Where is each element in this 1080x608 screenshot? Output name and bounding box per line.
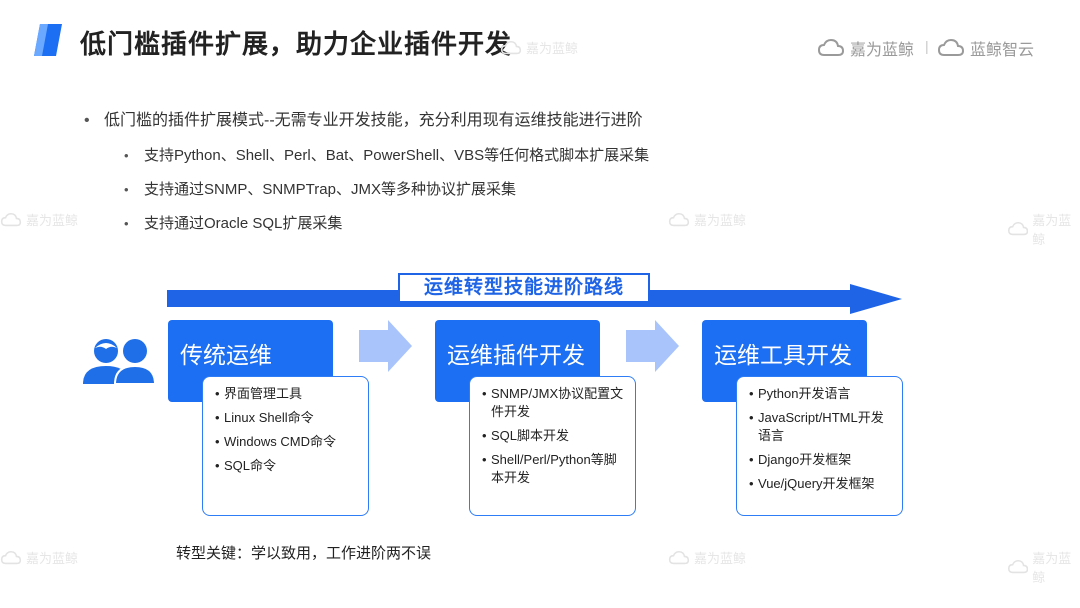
people-icon — [83, 339, 157, 385]
step-arrow-icon — [359, 320, 412, 372]
stage-item: SQL脚本开发 — [482, 427, 629, 445]
stage-item: Django开发框架 — [749, 451, 896, 469]
stage-item: Python开发语言 — [749, 385, 896, 403]
route-diagram-graphics — [167, 284, 902, 372]
stage-title: 传统运维 — [180, 342, 272, 368]
stage-item: Vue/jQuery开发框架 — [749, 475, 896, 493]
stage-item: Windows CMD命令 — [215, 433, 362, 451]
step-arrow-icon — [626, 320, 679, 372]
stage-title: 运维插件开发 — [447, 342, 585, 368]
stage-traditional-ops-box: 界面管理工具 Linux Shell命令 Windows CMD命令 SQL命令 — [202, 376, 369, 516]
stage-item: SQL命令 — [215, 457, 362, 475]
stage-tool-dev-box: Python开发语言 JavaScript/HTML开发语言 Django开发框… — [736, 376, 903, 516]
stage-item: Linux Shell命令 — [215, 409, 362, 427]
footer-note: 转型关键：学以致用，工作进阶两不误 — [176, 545, 432, 562]
stage-plugin-dev-box: SNMP/JMX协议配置文件开发 SQL脚本开发 Shell/Perl/Pyth… — [469, 376, 636, 516]
route-label: 运维转型技能进阶路线 — [398, 273, 650, 303]
stage-item: JavaScript/HTML开发语言 — [749, 409, 896, 445]
stage-item: 界面管理工具 — [215, 385, 362, 403]
stage-item: Shell/Perl/Python等脚本开发 — [482, 451, 629, 487]
stage-title: 运维工具开发 — [714, 342, 852, 368]
stage-item: SNMP/JMX协议配置文件开发 — [482, 385, 629, 421]
